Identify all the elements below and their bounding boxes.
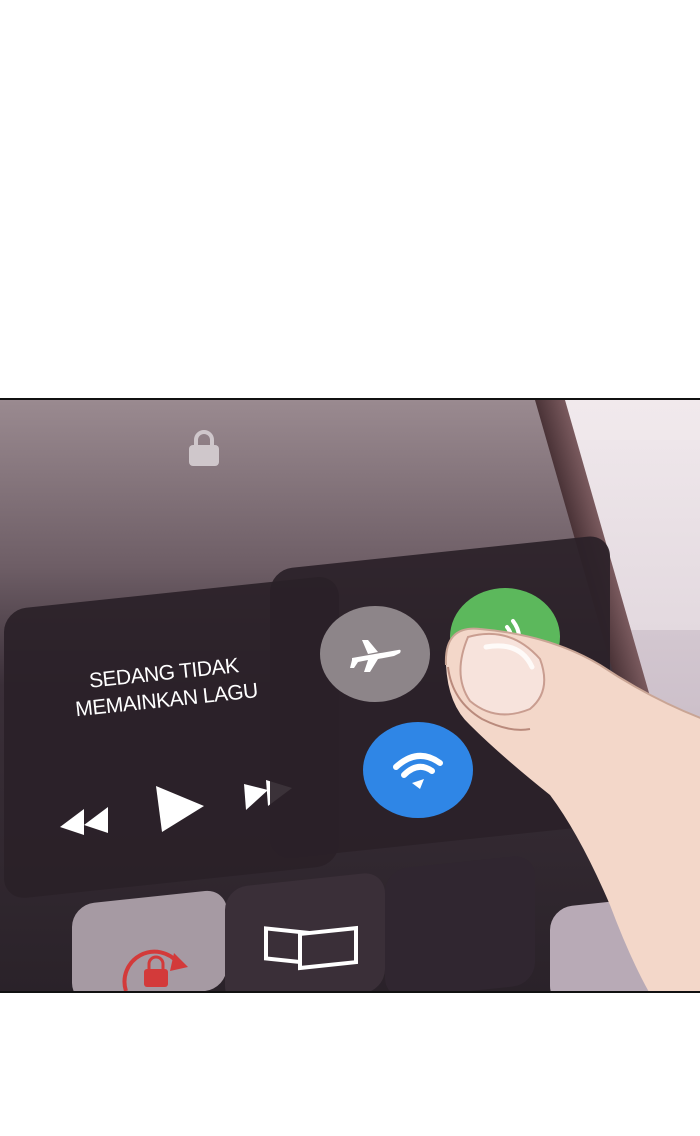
rotation-lock-icon — [122, 949, 188, 991]
screen-mirror-icon — [264, 925, 358, 971]
rewind-icon[interactable] — [58, 805, 110, 839]
comic-panel: SEDANG TIDAK MEMAINKAN LAGU — [0, 398, 700, 993]
airplane-mode-button[interactable] — [320, 606, 430, 702]
wifi-icon — [393, 753, 443, 789]
finger-illustration — [444, 627, 700, 991]
airplane-icon — [350, 640, 401, 672]
play-icon[interactable] — [152, 782, 206, 834]
lock-icon — [189, 430, 219, 466]
